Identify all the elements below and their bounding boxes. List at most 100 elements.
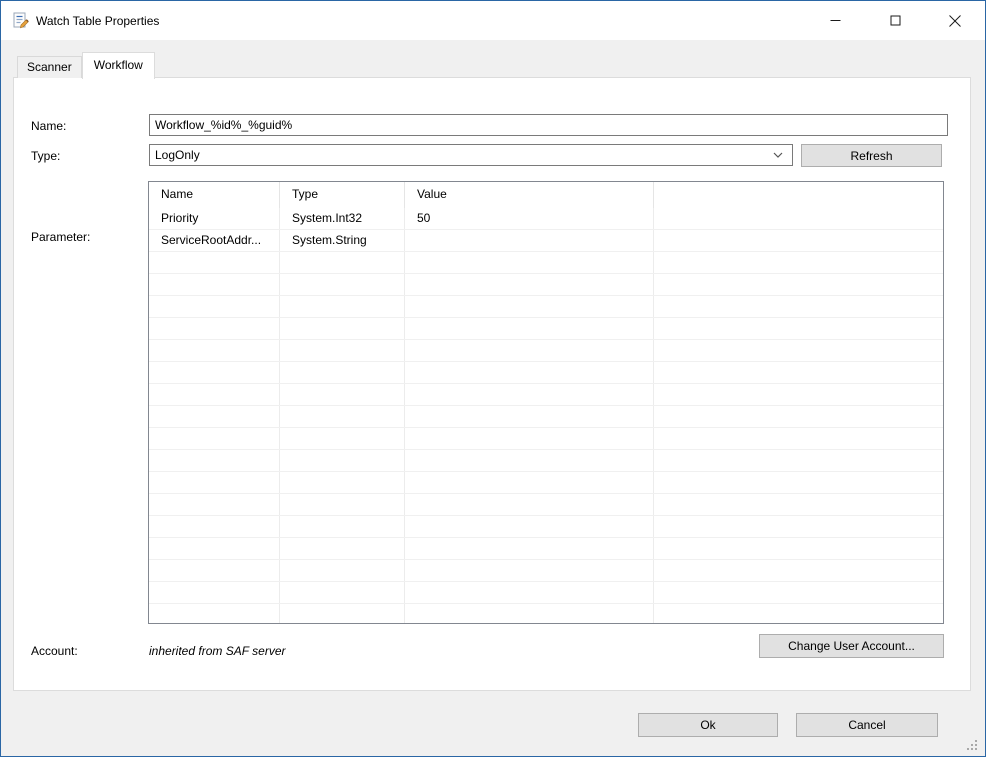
table-row — [149, 362, 943, 384]
table-cell — [280, 560, 405, 581]
table-cell — [405, 318, 654, 339]
account-label: Account: — [31, 644, 78, 658]
table-cell — [280, 582, 405, 603]
account-value: inherited from SAF server — [149, 644, 286, 658]
maximize-button[interactable] — [865, 1, 925, 40]
tab-workflow[interactable]: Workflow — [82, 52, 155, 79]
close-icon — [949, 15, 961, 27]
table-cell — [405, 582, 654, 603]
table-row — [149, 494, 943, 516]
table-cell — [654, 538, 943, 559]
table-cell — [280, 538, 405, 559]
table-row — [149, 450, 943, 472]
table-cell — [149, 560, 280, 581]
table-cell — [149, 538, 280, 559]
table-cell — [405, 384, 654, 405]
table-cell — [149, 384, 280, 405]
column-header-name[interactable]: Name — [149, 182, 280, 208]
table-cell — [280, 252, 405, 273]
table-cell — [405, 406, 654, 427]
refresh-button[interactable]: Refresh — [801, 144, 942, 167]
table-row[interactable]: ServiceRootAddr...System.String — [149, 230, 943, 252]
table-cell — [149, 516, 280, 537]
table-cell — [280, 362, 405, 383]
close-button[interactable] — [925, 1, 985, 40]
table-row — [149, 582, 943, 604]
table-cell — [654, 428, 943, 449]
table-cell — [654, 406, 943, 427]
table-cell — [280, 604, 405, 624]
table-cell — [405, 560, 654, 581]
table-cell — [405, 450, 654, 471]
title-bar[interactable]: Watch Table Properties — [1, 1, 985, 40]
table-cell — [405, 340, 654, 361]
column-header-type[interactable]: Type — [280, 182, 405, 208]
table-cell — [280, 472, 405, 493]
table-row — [149, 318, 943, 340]
table-cell — [654, 252, 943, 273]
table-cell: ServiceRootAddr... — [149, 230, 280, 251]
table-cell — [280, 516, 405, 537]
table-cell — [149, 296, 280, 317]
type-dropdown[interactable]: LogOnly — [149, 144, 793, 166]
table-cell — [654, 362, 943, 383]
table-cell — [280, 296, 405, 317]
table-cell — [405, 494, 654, 515]
table-cell — [280, 384, 405, 405]
maximize-icon — [890, 15, 901, 26]
table-row — [149, 604, 943, 624]
table-cell — [280, 318, 405, 339]
minimize-icon — [830, 15, 841, 26]
table-cell: System.Int32 — [280, 208, 405, 229]
table-row — [149, 252, 943, 274]
table-row — [149, 560, 943, 582]
table-cell: Priority — [149, 208, 280, 229]
table-cell — [149, 318, 280, 339]
table-cell — [654, 516, 943, 537]
column-header-blank[interactable] — [654, 182, 943, 208]
column-header-value[interactable]: Value — [405, 182, 654, 208]
table-cell — [149, 604, 280, 624]
table-cell — [405, 472, 654, 493]
table-cell — [654, 450, 943, 471]
document-edit-icon — [12, 12, 30, 30]
table-cell — [405, 296, 654, 317]
parameter-label: Parameter: — [31, 230, 90, 244]
table-cell — [280, 340, 405, 361]
type-label: Type: — [31, 149, 60, 163]
table-cell — [654, 208, 943, 229]
table-cell — [149, 406, 280, 427]
table-cell — [654, 318, 943, 339]
name-input[interactable] — [149, 114, 948, 136]
table-cell — [654, 384, 943, 405]
ok-button[interactable]: Ok — [638, 713, 778, 737]
type-dropdown-value: LogOnly — [155, 148, 773, 162]
table-cell — [405, 274, 654, 295]
change-user-account-button[interactable]: Change User Account... — [759, 634, 944, 658]
table-cell — [149, 494, 280, 515]
cancel-button[interactable]: Cancel — [796, 713, 938, 737]
parameter-table: NameTypeValue PrioritySystem.Int3250Serv… — [148, 181, 944, 624]
minimize-button[interactable] — [805, 1, 865, 40]
tab-strip: ScannerWorkflow — [17, 52, 155, 78]
parameter-table-header: NameTypeValue — [149, 182, 943, 208]
table-cell — [405, 252, 654, 273]
tab-scanner[interactable]: Scanner — [17, 56, 82, 78]
table-cell — [654, 560, 943, 581]
name-label: Name: — [31, 119, 66, 133]
table-cell: System.String — [280, 230, 405, 251]
table-cell — [149, 450, 280, 471]
resize-grip[interactable] — [964, 737, 978, 751]
parameter-table-body: PrioritySystem.Int3250ServiceRootAddr...… — [149, 208, 943, 624]
table-row[interactable]: PrioritySystem.Int3250 — [149, 208, 943, 230]
table-cell — [149, 340, 280, 361]
table-row — [149, 516, 943, 538]
table-cell — [280, 494, 405, 515]
table-cell — [149, 274, 280, 295]
table-cell — [654, 340, 943, 361]
caption-buttons — [805, 1, 985, 40]
table-cell — [654, 274, 943, 295]
table-cell — [149, 362, 280, 383]
table-cell — [405, 230, 654, 251]
table-row — [149, 406, 943, 428]
